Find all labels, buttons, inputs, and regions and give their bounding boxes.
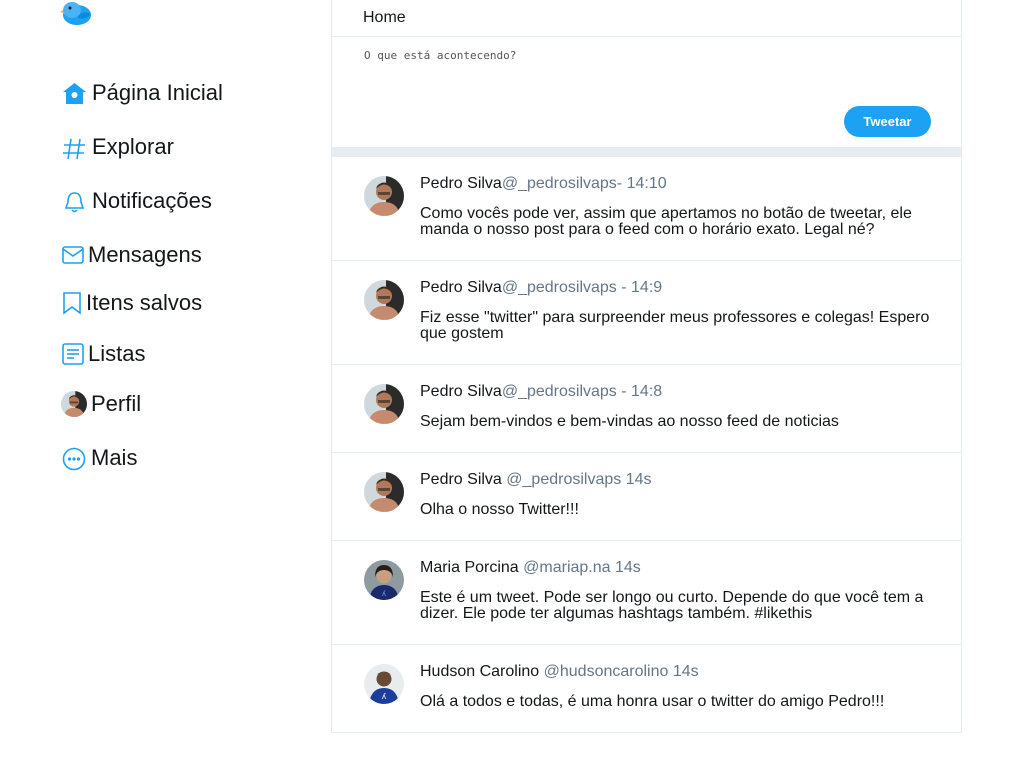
envelope-icon (61, 243, 85, 267)
tweet-author-name[interactable]: Maria Porcina (420, 559, 519, 576)
tweet-header: Hudson Carolino @hudsoncarolino 14s (420, 663, 699, 681)
nav-item-label: Itens salvos (86, 290, 203, 315)
bookmark-icon (61, 290, 83, 316)
tweet-author-name[interactable]: Pedro Silva (420, 383, 502, 400)
tweet-handle[interactable]: @_pedrosilvaps (502, 383, 617, 400)
tweet-text: Fiz esse "twitter" para surpreender meus… (420, 309, 930, 342)
tweet-author-name[interactable]: Pedro Silva (420, 175, 502, 192)
nav-item-label: Explorar (92, 134, 174, 159)
tweet-time: 14s (610, 559, 641, 576)
tweet-header: Pedro Silva@_pedrosilvaps - 14:8 (420, 383, 662, 401)
nav-item-home[interactable]: Página Inicial (61, 80, 223, 106)
tweet-item[interactable]: Pedro Silva@_pedrosilvaps - 14:8 Sejam b… (332, 365, 961, 453)
tweet-item[interactable]: ʎ Maria Porcina @mariap.na 14s Este é um… (332, 541, 961, 645)
page-title: Home (332, 0, 961, 37)
tweet-header: Maria Porcina @mariap.na 14s (420, 559, 641, 577)
nav-item-more[interactable]: Mais (61, 445, 137, 471)
tweet-header: Pedro Silva@_pedrosilvaps- 14:10 (420, 175, 667, 193)
tweet-author-name[interactable]: Hudson Carolino (420, 663, 539, 680)
tweet-item[interactable]: Pedro Silva@_pedrosilvaps - 14:9 Fiz ess… (332, 261, 961, 365)
tweet-composer: Tweetar (332, 37, 961, 147)
tweet-input[interactable] (364, 49, 924, 99)
tweet-text: Sejam bem-vindos e bem-vindas ao nosso f… (420, 413, 839, 430)
nav-item-label: Listas (88, 341, 146, 366)
tweet-button[interactable]: Tweetar (844, 106, 931, 137)
nav-item-label: Perfil (91, 391, 142, 416)
divider (332, 147, 961, 157)
tweet-item[interactable]: ʎ Hudson Carolino @hudsoncarolino 14s Ol… (332, 645, 961, 733)
hashtag-icon (61, 134, 88, 160)
nav-item-label: Notificações (92, 188, 212, 213)
nav-item-profile[interactable]: Perfil (61, 391, 141, 417)
avatar: ʎ (364, 664, 404, 704)
tweet-text: Olá a todos e todas, é uma honra usar o … (420, 693, 885, 710)
nav-item-label: Mensagens (88, 242, 202, 267)
tweet-time: 14s (621, 471, 652, 488)
avatar (61, 391, 87, 417)
tweet-text: Como vocês pode ver, assim que apertamos… (420, 205, 912, 238)
avatar (364, 280, 404, 320)
tweet-handle[interactable]: @_pedrosilvaps (502, 471, 621, 488)
avatar: ʎ (364, 560, 404, 600)
nav-item-label: Mais (91, 445, 138, 470)
tweet-header: Pedro Silva@_pedrosilvaps - 14:9 (420, 279, 662, 297)
nav-item-label: Página Inicial (92, 80, 223, 105)
bell-icon (61, 188, 88, 214)
home-icon (61, 80, 88, 106)
svg-text:ʎ: ʎ (382, 590, 386, 598)
nav-item-lists[interactable]: Listas (61, 341, 145, 367)
svg-text:ʎ: ʎ (382, 692, 387, 701)
avatar (364, 176, 404, 216)
tweet-handle[interactable]: @_pedrosilvaps (502, 279, 617, 296)
tweet-handle[interactable]: @hudsoncarolino (539, 663, 669, 680)
list-icon (61, 341, 85, 367)
main-feed: Home Tweetar Pedro Silva@_pedrosilvaps- … (331, 0, 962, 733)
tweet-item[interactable]: Pedro Silva @_pedrosilvaps 14s Olha o no… (332, 453, 961, 541)
avatar (364, 472, 404, 512)
tweet-time: 14s (668, 663, 699, 680)
tweet-author-name[interactable]: Pedro Silva (420, 279, 502, 296)
avatar (364, 384, 404, 424)
tweet-time: - 14:8 (616, 383, 663, 400)
more-icon (61, 445, 87, 471)
nav-item-messages[interactable]: Mensagens (61, 242, 202, 268)
tweet-handle[interactable]: @_pedrosilvaps (502, 175, 617, 192)
nav-item-bookmarks[interactable]: Itens salvos (61, 290, 202, 316)
tweet-text: Olha o nosso Twitter!!! (420, 501, 579, 518)
tweet-handle[interactable]: @mariap.na (519, 559, 610, 576)
tweet-text: Este é um tweet. Pode ser longo ou curto… (420, 589, 924, 622)
tweet-header: Pedro Silva @_pedrosilvaps 14s (420, 471, 652, 489)
nav-item-notifications[interactable]: Notificações (61, 188, 212, 214)
nav-item-explore[interactable]: Explorar (61, 134, 174, 160)
tweet-time: - 14:9 (616, 279, 663, 296)
bird-logo-icon[interactable] (60, 0, 94, 30)
tweet-author-name[interactable]: Pedro Silva (420, 471, 502, 488)
tweet-time: - 14:10 (616, 175, 667, 192)
tweet-item[interactable]: Pedro Silva@_pedrosilvaps- 14:10 Como vo… (332, 157, 961, 261)
